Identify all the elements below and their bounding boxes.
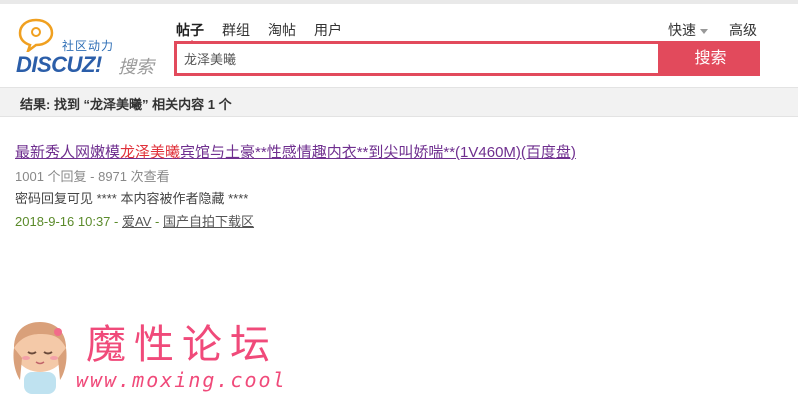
result-summary-bar: 结果: 找到 “龙泽美曦” 相关内容 1 个 xyxy=(0,87,798,117)
speech-bubble-icon xyxy=(18,18,54,52)
search-bar: 搜索 xyxy=(174,41,760,76)
watermark-site-name: 魔性论坛 xyxy=(86,322,278,368)
advanced-search-link[interactable]: 高级 xyxy=(729,20,757,40)
watermark-url: www.moxing.cool xyxy=(76,368,287,392)
top-border xyxy=(0,0,798,4)
result-footer: 2018-9-16 10:37 - 爱AV - 国产自拍下载区 xyxy=(15,211,775,230)
result-summary: 结果: 找到 “龙泽美曦” 相关内容 1 个 xyxy=(20,97,232,112)
title-text: 最新秀人网嫩模 xyxy=(15,144,121,161)
list-item: 最新秀人网嫩模龙泽美曦宾馆与土豪**性感情趣内衣**到尖叫娇喘**(1V460M… xyxy=(15,141,775,230)
tab-collections[interactable]: 淘帖 xyxy=(268,20,296,40)
search-button[interactable]: 搜索 xyxy=(661,41,760,76)
site-watermark: 魔性论坛 www.moxing.cool xyxy=(8,312,298,402)
quick-search-dropdown[interactable]: 快速 xyxy=(668,20,708,40)
footer-separator: - xyxy=(114,214,119,229)
chevron-down-icon xyxy=(700,28,708,34)
logo-brand-name: DISCUZ! xyxy=(16,52,102,77)
logo-search-label: 搜索 xyxy=(118,57,154,77)
result-description: 密码回复可见 **** 本内容被作者隐藏 **** xyxy=(15,191,249,206)
result-date: 2018-9-16 10:37 xyxy=(15,214,111,229)
quick-search-label: 快速 xyxy=(668,22,696,38)
footer-separator: - xyxy=(155,214,160,229)
author-link[interactable]: 爱AV xyxy=(122,214,151,229)
forum-link[interactable]: 国产自拍下载区 xyxy=(163,214,254,229)
tab-groups[interactable]: 群组 xyxy=(222,20,250,40)
cartoon-girl-icon xyxy=(13,322,67,394)
title-keyword-highlight: 龙泽美曦 xyxy=(120,144,181,161)
search-input[interactable] xyxy=(177,44,658,73)
discuz-logo[interactable]: 社区动力 DISCUZ! 搜索 xyxy=(14,18,164,78)
result-title-link[interactable]: 最新秀人网嫩模龙泽美曦宾馆与土豪**性感情趣内衣**到尖叫娇喘**(1V460M… xyxy=(15,141,775,162)
tab-posts[interactable]: 帖子 xyxy=(176,20,204,40)
title-text: 宾馆与土豪**性感情趣内衣**到尖叫娇喘**(1V460M)(百度盘) xyxy=(180,144,576,161)
result-stats: 1001 个回复 - 8971 次查看 xyxy=(15,169,170,184)
tab-users[interactable]: 用户 xyxy=(314,20,342,40)
